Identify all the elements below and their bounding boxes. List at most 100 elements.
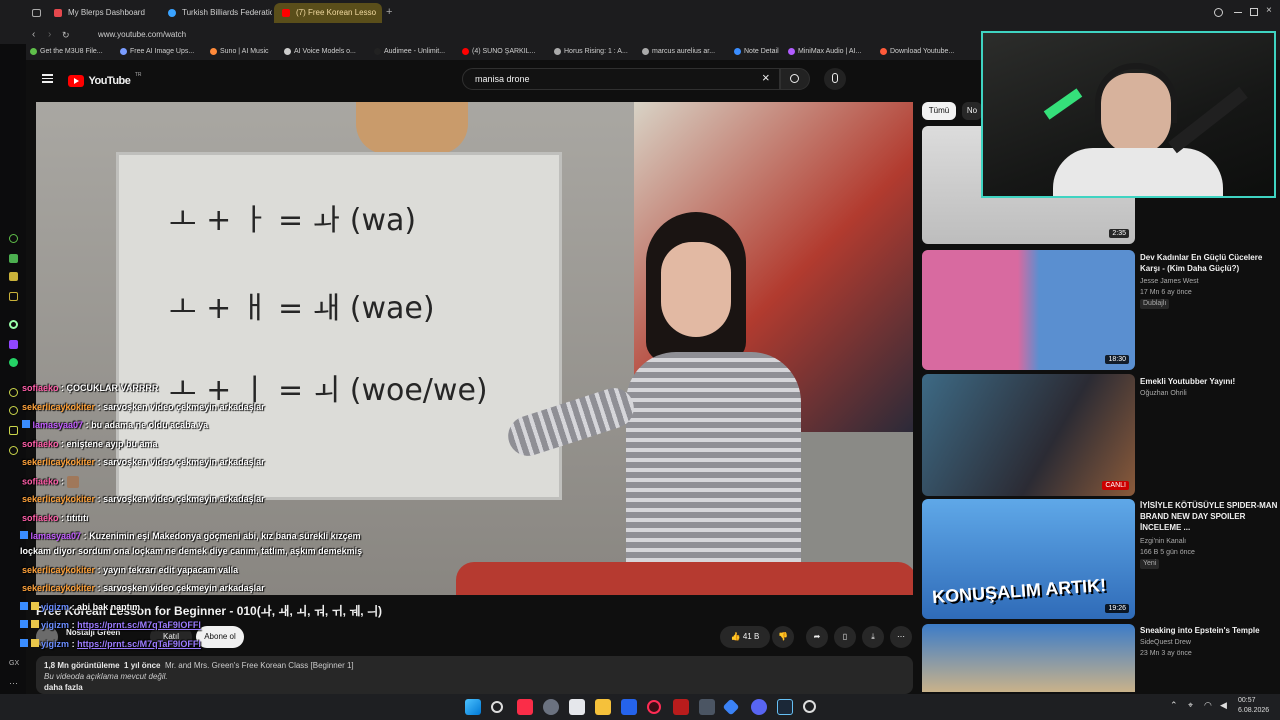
bookmark-favicon-icon [120,48,127,55]
streaming-app-icon[interactable] [673,699,689,715]
tab-billiards[interactable]: Turkish Billiards Federation [160,3,272,23]
show-more-link[interactable]: daha fazla [44,683,905,692]
sidebar-video-meta: 17 Mn 6 ay önce [1140,289,1192,296]
sidebar-video-channel[interactable]: Ezgi'nin Kanalı [1140,537,1186,547]
whatsapp-icon[interactable] [9,358,18,367]
sidebar-video-channel[interactable]: Oğuzhan Ohrili [1140,389,1187,399]
menu-icon[interactable] [42,74,53,83]
chat-text: : tıtıtıtı [61,513,89,523]
vpn-app-icon[interactable] [722,698,740,716]
music-app-icon[interactable] [517,699,533,715]
country-code: TR [134,72,142,78]
sidebar-video-title[interactable]: Dev Kadınlar En Güçlü Cücelere Karşı - (… [1140,252,1280,274]
maximize-button[interactable] [1250,8,1258,16]
new-tab-button[interactable]: + [386,6,392,18]
bookmark-item[interactable]: Download Youtube... [880,44,954,60]
timer-icon[interactable] [9,406,18,415]
tab-youtube-active[interactable]: (7) Free Korean Lesso [274,3,382,23]
sidebar-video-thumbnail[interactable] [922,624,1135,692]
mail-app-icon[interactable] [621,699,637,715]
tray-chevron-icon[interactable]: ⌃ [1170,700,1178,711]
file-explorer-icon[interactable] [595,699,611,715]
back-icon[interactable]: ‹ [32,26,35,44]
sidebar-video-title[interactable]: Emekli Youtubber Yayını! [1140,376,1280,387]
calculator-app-icon[interactable] [699,699,715,715]
shopping-icon[interactable] [9,254,18,263]
chat-link[interactable]: https://prnt.sc/M7qTaF9lOFFl [77,620,201,630]
workspaces-icon[interactable] [32,9,41,17]
clock-date[interactable]: 6.08.2026 [1238,707,1269,714]
search-icon[interactable] [491,701,503,713]
url-field[interactable]: www.youtube.com/watch [98,26,186,44]
chat-username: sofiaeko [22,476,59,487]
bookmark-item[interactable]: (4) SUNO ŞARKIL... [462,44,535,60]
bookmark-item[interactable]: Audimee - Unlimit... [374,44,445,60]
youtube-logo[interactable]: YouTube TR [68,72,142,90]
bookmark-item[interactable]: marcus aurelius ar... [642,44,715,60]
description-box[interactable]: 1,8 Mn görüntüleme 1 yıl önce Mr. and Mr… [36,656,913,694]
bookmark-item[interactable]: Horus Rising: 1 : A... [554,44,628,60]
subscribe-button[interactable]: Abone ol [196,626,244,648]
bookmark-item[interactable]: MiniMax Audio | AI... [788,44,861,60]
chip-next[interactable]: No [962,102,982,120]
download-button[interactable]: ⤓ [862,626,884,648]
minimize-button[interactable] [1234,12,1242,13]
clock-icon[interactable] [9,388,18,397]
notes-icon[interactable] [9,272,18,281]
share-button[interactable]: ➦ [806,626,828,648]
more-actions-button[interactable]: ⋯ [890,626,912,648]
discord-icon[interactable] [751,699,767,715]
start-icon[interactable] [465,699,481,715]
playlist-link[interactable]: Mr. and Mrs. Green's Free Korean Class [… [165,661,354,670]
volume-icon[interactable]: ◀ [1220,700,1227,711]
settings-app-icon[interactable] [543,699,559,715]
obs-icon[interactable] [803,700,816,713]
search-button[interactable] [780,68,810,90]
forward-icon[interactable]: › [48,26,51,44]
like-button[interactable]: 👍 41 B [720,626,770,648]
voice-search-button[interactable] [824,68,846,90]
chat-link[interactable]: https://prnt.sc/M7qTaF9lOFFl [77,639,201,649]
m-app-icon[interactable] [9,292,18,301]
sidebar-video-channel[interactable]: Jesse James West [1140,277,1199,287]
taskbar: ⌃ ⌖ ◠ ◀ 00:57 6.08.2026 [0,694,1280,720]
sidebar-video-thumbnail[interactable]: 18:30 [922,250,1135,370]
notes-app-icon[interactable] [569,699,585,715]
gear-icon[interactable] [9,446,18,455]
bookmark-item[interactable]: Free AI Image Ups... [120,44,194,60]
settings-icon[interactable] [9,320,18,329]
clear-search-icon[interactable]: × [762,70,770,85]
sidebar-video-thumbnail[interactable]: KONUŞALIM ARTIK! 19:26 [922,499,1135,619]
clock-time[interactable]: 00:57 [1238,697,1256,704]
sidebar-video-title[interactable]: İYİSİYLE KÖTÜSÜYLE SPIDER-MAN BRAND NEW … [1140,500,1280,533]
search-input[interactable]: manisa drone [462,68,780,90]
search-tabs-icon[interactable] [1214,8,1223,17]
save-button[interactable]: ▯ [834,626,856,648]
close-window-button[interactable]: × [1266,5,1272,16]
tab-blerps[interactable]: My Blerps Dashboard [46,3,162,23]
chip-all[interactable]: Tümü [922,102,956,120]
sidebar-video-channel[interactable]: SideQuest Drew [1140,638,1191,648]
bookmark-item[interactable]: Note Detail [734,44,779,60]
dislike-button[interactable]: 👎 [772,626,794,648]
chat-message: sekerlicaykokiter : sarvoşken video çekm… [22,583,265,593]
history-icon[interactable] [9,234,18,243]
gx-icon[interactable]: GX [9,660,19,667]
location-icon[interactable]: ⌖ [1188,700,1193,711]
twitch-icon[interactable] [9,340,18,349]
bookmark-item[interactable]: AI Voice Models o... [284,44,356,60]
bookmark-item[interactable]: Get the M3U8 File... [30,44,103,60]
reload-icon[interactable]: ↻ [62,26,70,44]
opera-gx-icon[interactable] [647,700,661,714]
wifi-icon[interactable]: ◠ [1204,700,1212,711]
share-icon: ➦ [813,632,821,641]
bookmark-item[interactable]: Suno | AI Music [210,44,269,60]
blerps-favicon-icon [54,9,62,17]
sidebar-video-thumbnail[interactable]: CANLI [922,374,1135,496]
steam-icon[interactable] [777,699,793,715]
box-icon[interactable] [9,426,18,435]
more-icon[interactable]: ··· [9,678,18,688]
sidebar-video-title[interactable]: Sneaking into Epstein's Temple [1140,625,1280,636]
upload-age: 1 yıl önce [124,661,161,670]
video-player[interactable]: ㅗ + ㅏ = ㅘ (wa) ㅗ + ㅐ = ㅙ (wae) ㅗ + ㅣ = ㅚ… [36,102,913,595]
